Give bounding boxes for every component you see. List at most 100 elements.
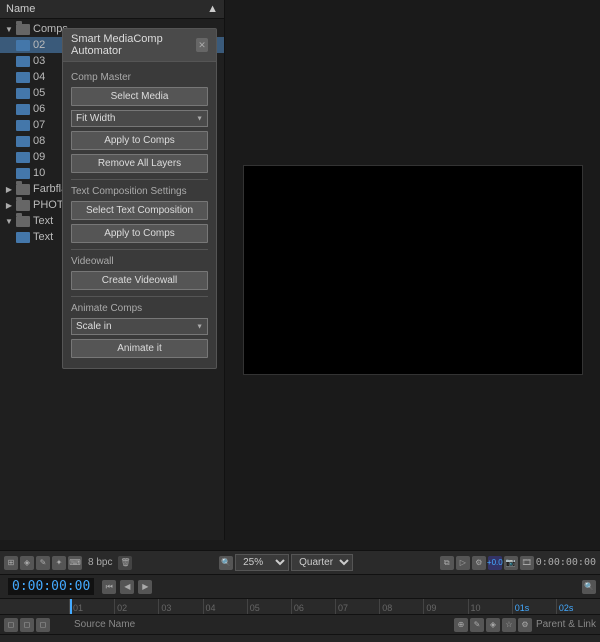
tool-icon-2[interactable]: ◈ — [20, 556, 34, 570]
ruler-ticks: 01 02 03 04 05 06 07 08 09 10 01s 02s — [70, 599, 600, 614]
source-name-label: Source Name — [74, 619, 450, 630]
tick-05: 05 — [247, 599, 291, 614]
select-text-comp-button[interactable]: Select Text Composition — [71, 201, 208, 220]
playhead-line — [70, 599, 72, 614]
tick-08: 08 — [379, 599, 423, 614]
preview-canvas — [243, 165, 583, 375]
tree-label: 10 — [33, 167, 45, 179]
bottom-toolbar: ⊞ ◈ ✎ ✦ ⌨ 8 bpc 🗑 🔍 25%50%100% QuarterHa… — [0, 550, 600, 642]
plugin-header: Smart MediaComp Automator ✕ — [63, 29, 216, 62]
source-icon-1[interactable]: ⊕ — [454, 618, 468, 632]
remove-layers-button[interactable]: Remove All Layers — [71, 154, 208, 173]
preview-area — [225, 0, 600, 540]
timecode-row: 0:00:00:00 ⏮ ◀ ▶ 🔍 — [0, 575, 600, 599]
comp-icon — [16, 40, 30, 51]
expand-icon: ▶ — [4, 184, 14, 194]
quality-select[interactable]: QuarterHalfFull — [291, 554, 353, 571]
panel-sort-icon[interactable]: ▲ — [207, 3, 218, 15]
comp-icon — [16, 168, 30, 179]
folder-icon — [16, 24, 30, 35]
search-icon[interactable]: 🔍 — [582, 580, 596, 594]
comp-icon — [16, 232, 30, 243]
source-icon-2[interactable]: ✎ — [470, 618, 484, 632]
comp-icon-btn[interactable]: ⧉ — [440, 556, 454, 570]
scale-select[interactable]: Scale in Scale out Fade in Fade out — [71, 318, 208, 335]
source-icon-5[interactable]: ⚙ — [518, 618, 532, 632]
tree-label: 08 — [33, 135, 45, 147]
tree-label: 07 — [33, 119, 45, 131]
expand-icon: ▼ — [4, 216, 14, 226]
create-videowall-button[interactable]: Create Videowall — [71, 271, 208, 290]
tick-03: 03 — [158, 599, 202, 614]
source-icon-3[interactable]: ◈ — [486, 618, 500, 632]
folder-icon — [16, 216, 30, 227]
tick-1s: 01s — [512, 599, 556, 614]
tool-icon-4[interactable]: ✦ — [52, 556, 66, 570]
comp-icon — [16, 72, 30, 83]
tick-04: 04 — [203, 599, 247, 614]
select-media-button[interactable]: Select Media — [71, 87, 208, 106]
track-icon-2[interactable]: ◻ — [20, 618, 34, 632]
tree-label: 04 — [33, 71, 45, 83]
tick-06: 06 — [291, 599, 335, 614]
folder-icon — [16, 184, 30, 195]
total-time: 0:00:00:00 — [536, 557, 596, 568]
comp-icon — [16, 88, 30, 99]
tree-label: 05 — [33, 87, 45, 99]
animate-comps-label: Animate Comps — [71, 303, 208, 314]
timecode-display[interactable]: 0:00:00:00 — [8, 578, 94, 595]
tick-10: 10 — [468, 599, 512, 614]
camera-icon[interactable]: 📷 — [504, 556, 518, 570]
videowall-label: Videowall — [71, 256, 208, 267]
tool-icon-3[interactable]: ✎ — [36, 556, 50, 570]
plus-icon[interactable]: +0.0 — [488, 556, 502, 570]
tick-01: 01 — [70, 599, 114, 614]
track-controls: ◻ ◻ ◻ — [4, 618, 70, 632]
timeline-controls: ⊞ ◈ ✎ ✦ ⌨ 8 bpc 🗑 🔍 25%50%100% QuarterHa… — [0, 551, 600, 575]
fit-width-select-wrapper: Fit Width Fit Height Scale — [71, 110, 208, 127]
folder-icon — [16, 200, 30, 211]
render-icon[interactable]: ▷ — [456, 556, 470, 570]
tick-07: 07 — [335, 599, 379, 614]
tool-icon-5[interactable]: ⌨ — [68, 556, 82, 570]
settings-icon[interactable]: ⚙ — [472, 556, 486, 570]
track-icon-3[interactable]: ◻ — [36, 618, 50, 632]
delete-icon[interactable]: 🗑 — [118, 556, 132, 570]
tool-icons: ⊞ ◈ ✎ ✦ ⌨ — [4, 556, 82, 570]
tool-icon-1[interactable]: ⊞ — [4, 556, 18, 570]
timeline-ruler: 01 02 03 04 05 06 07 08 09 10 01s 02s — [0, 599, 600, 615]
panel-header: Name ▲ — [0, 0, 224, 19]
bpc-label: 8 bpc — [88, 557, 112, 568]
play-icon[interactable]: ▶ — [138, 580, 152, 594]
comp-master-label: Comp Master — [71, 72, 208, 83]
right-icons: ⧉ ▷ ⚙ +0.0 📷 🎞 0:00:00:00 — [440, 556, 596, 570]
tree-label: Text — [33, 215, 53, 227]
parent-link-label: Parent & Link — [536, 619, 596, 630]
panel-name-label: Name — [6, 3, 35, 15]
apply-comps-button[interactable]: Apply to Comps — [71, 131, 208, 150]
film-icon[interactable]: 🎞 — [520, 556, 534, 570]
tree-label: 06 — [33, 103, 45, 115]
plugin-title: Smart MediaComp Automator — [71, 33, 196, 57]
fit-width-select[interactable]: Fit Width Fit Height Scale — [71, 110, 208, 127]
step-back-icon[interactable]: ◀ — [120, 580, 134, 594]
comp-icon — [16, 56, 30, 67]
zoom-select[interactable]: 25%50%100% — [235, 554, 289, 571]
tree-label: 03 — [33, 55, 45, 67]
tree-label: Text — [33, 231, 53, 243]
tick-2s: 02s — [556, 599, 600, 614]
zoom-icon[interactable]: 🔍 — [219, 556, 233, 570]
comp-icon — [16, 104, 30, 115]
go-start-icon[interactable]: ⏮ — [102, 580, 116, 594]
ruler-label-area — [0, 599, 70, 614]
animate-it-button[interactable]: Animate it — [71, 339, 208, 358]
text-composition-label: Text Composition Settings — [71, 186, 208, 197]
divider-2 — [71, 249, 208, 250]
expand-icon: ▶ — [4, 200, 14, 210]
tick-02: 02 — [114, 599, 158, 614]
source-icon-4[interactable]: ☆ — [502, 618, 516, 632]
track-icon-1[interactable]: ◻ — [4, 618, 18, 632]
plugin-close-button[interactable]: ✕ — [196, 38, 208, 52]
plugin-panel: Smart MediaComp Automator ✕ Comp Master … — [62, 28, 217, 369]
text-apply-comps-button[interactable]: Apply to Comps — [71, 224, 208, 243]
